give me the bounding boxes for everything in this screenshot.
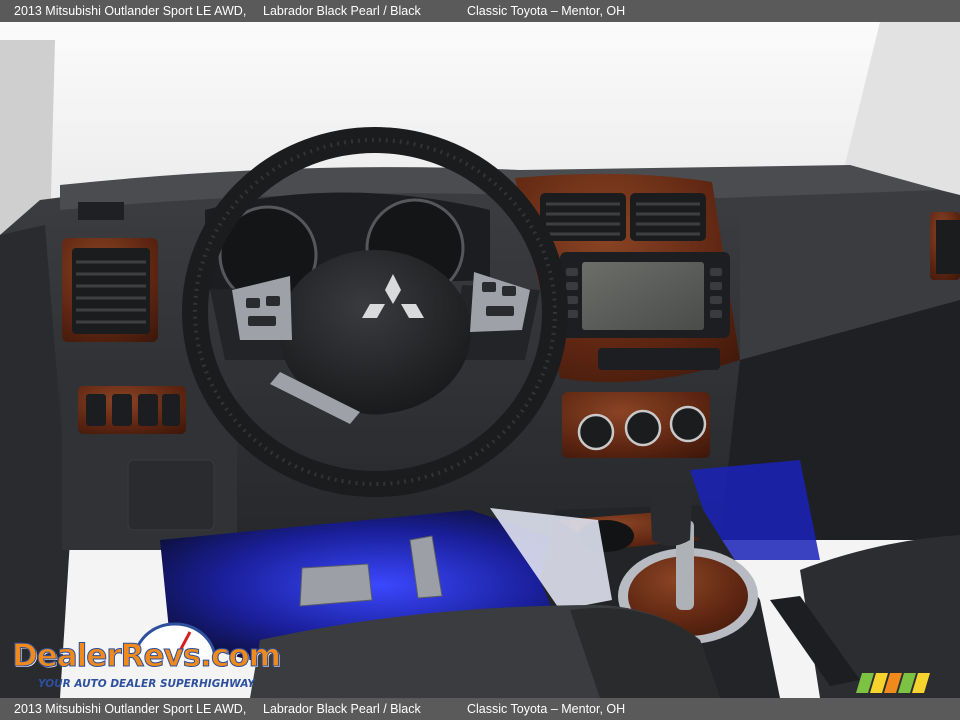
dealer-watermark: DealerRevs.com YOUR AUTO DEALER SUPERHIG… xyxy=(10,622,281,694)
climate-knob-fan xyxy=(624,409,662,447)
shift-knob xyxy=(650,486,692,546)
vehicle-color-footer: Labrador Black Pearl / Black xyxy=(263,702,421,716)
climate-knob-mode xyxy=(669,405,707,443)
dealer-name: Classic Toyota – Mentor, OH xyxy=(467,4,626,18)
climate-knob-temp xyxy=(577,413,615,451)
brake-pedal xyxy=(299,563,373,607)
watermark-tagline: YOUR AUTO DEALER SUPERHIGHWAY xyxy=(38,678,255,690)
bottom-caption-bar: 2013 Mitsubishi Outlander Sport LE AWD, … xyxy=(0,698,960,720)
switch-2 xyxy=(112,394,132,426)
hazard-button-row xyxy=(598,348,720,370)
interior-photo xyxy=(0,22,960,698)
stripes-logo-icon xyxy=(856,673,930,693)
right-air-vent xyxy=(936,220,960,274)
vehicle-title: 2013 Mitsubishi Outlander Sport LE AWD, xyxy=(14,4,247,18)
switch-3 xyxy=(138,394,158,426)
dashboard-illustration xyxy=(0,22,960,698)
switch-4 xyxy=(162,394,180,426)
fuse-cover xyxy=(127,459,215,531)
dealer-name-footer: Classic Toyota – Mentor, OH xyxy=(467,702,626,716)
switch-1 xyxy=(86,394,106,426)
vehicle-color: Labrador Black Pearl / Black xyxy=(263,4,421,18)
top-caption-bar: 2013 Mitsubishi Outlander Sport LE AWD, … xyxy=(0,0,960,22)
nav-screen xyxy=(582,262,704,330)
defrost-vent-left xyxy=(78,202,124,220)
vehicle-title-footer: 2013 Mitsubishi Outlander Sport LE AWD, xyxy=(14,702,247,716)
watermark-brand: DealerRevs.com xyxy=(12,638,282,675)
